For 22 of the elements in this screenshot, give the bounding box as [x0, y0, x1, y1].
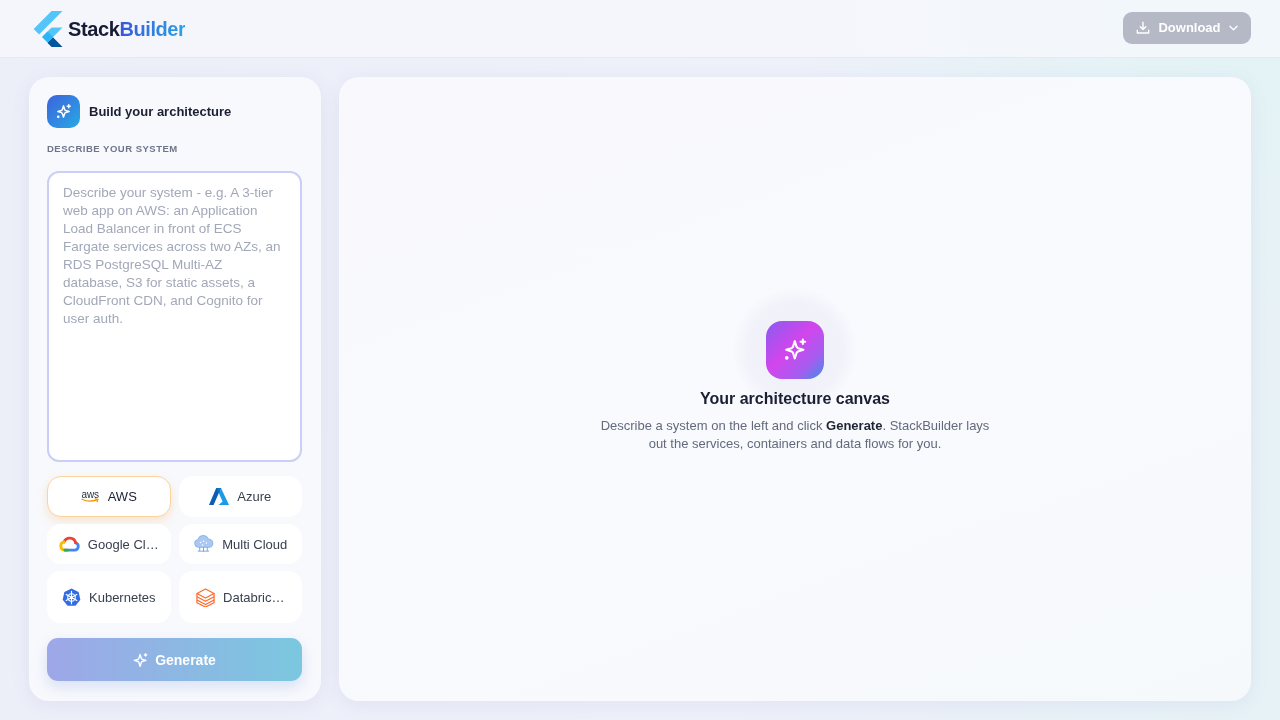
provider-option[interactable]: Azure: [178, 476, 302, 517]
chevron-logo-icon: [33, 10, 63, 47]
cloud-logo-icon: [58, 536, 80, 552]
provider-option[interactable]: Multi Cloud: [178, 524, 302, 564]
chevron-down-icon: [1228, 24, 1238, 31]
network-cloud-icon: [193, 534, 215, 554]
helm-wheel-icon: [62, 587, 81, 607]
provider-option[interactable]: Databric…: [178, 571, 302, 623]
provider-option[interactable]: Google Cl…: [47, 524, 171, 564]
provider-option[interactable]: Kubernetes: [47, 571, 171, 623]
canvas-title: Your architecture canvas: [700, 389, 890, 409]
canvas-description: Describe a system on the left and click Generate. StackBuilder lays out the services, containers and data flows for you.: [599, 417, 991, 453]
download-icon: [1136, 20, 1151, 35]
section-label: DESCRIBE YOUR SYSTEM: [47, 144, 179, 154]
stacked-layers-icon: [196, 587, 216, 607]
sparkle-icon: [133, 652, 149, 667]
sparkle-icon: [766, 321, 824, 379]
panel-title: Build your architecture: [89, 104, 232, 119]
azure-logo-icon: [209, 488, 230, 505]
description-field[interactable]: Describe your system - e.g. A 3-tier web app on AWS: an Application Load Balancer in front of ECS Fargate services across two AZs, an RDS PostgreSQL Multi-AZ database, S3 for static assets, a CloudFront CDN, and Cognito for user auth.: [47, 171, 302, 462]
sparkle-icon: [47, 95, 80, 128]
provider-option[interactable]: aws AWS: [47, 476, 171, 517]
